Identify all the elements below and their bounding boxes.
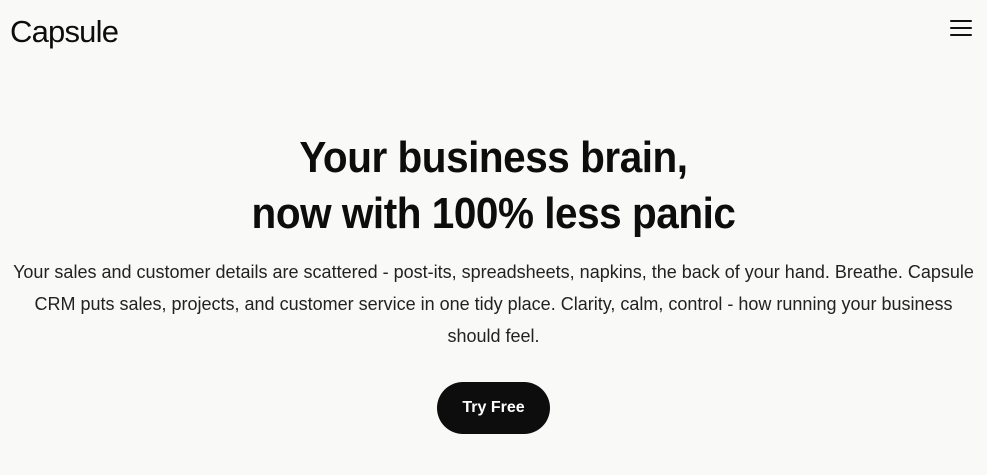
hero-subtext: Your sales and customer details are scat… — [13, 262, 974, 346]
hero-headline-line-2: now with 100% less panic — [251, 189, 736, 238]
menu-bar-bottom — [950, 34, 972, 36]
hamburger-menu-icon[interactable] — [950, 19, 972, 37]
hero-section: Your business brain, now with 100% less … — [0, 130, 987, 434]
menu-bar-middle — [950, 27, 972, 29]
page: Capsule Your business brain, now with 10… — [0, 0, 987, 475]
capsule-logo[interactable]: Capsule — [10, 13, 119, 51]
site-header: Capsule — [0, 0, 987, 62]
hero-headline: Your business brain, now with 100% less … — [39, 130, 947, 242]
try-free-button[interactable]: Try Free — [437, 382, 550, 434]
menu-bar-top — [950, 20, 972, 22]
hero-headline-line-1: Your business brain, — [299, 133, 688, 182]
